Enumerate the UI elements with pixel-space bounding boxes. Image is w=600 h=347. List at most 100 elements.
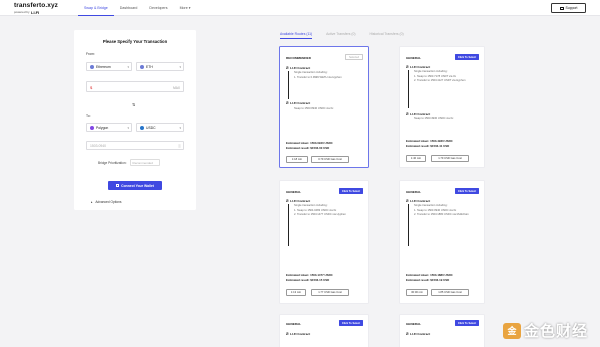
lifi-icon: Ƨ bbox=[406, 111, 409, 116]
eth-token-icon bbox=[140, 64, 144, 69]
connect-wallet-button[interactable]: Connect Your Wallet bbox=[108, 181, 162, 190]
route-step: Ƨ LI.FI Contract bbox=[406, 111, 430, 116]
estimates: Estimated token: 1503.1477 USDC Estimate… bbox=[286, 273, 333, 282]
step-label: LI.FI Contract bbox=[290, 198, 311, 203]
from-token-select[interactable]: ETH ▾ bbox=[136, 62, 184, 71]
lifi-icon: Ƨ bbox=[406, 64, 409, 69]
duration-pill: 30:00 min bbox=[406, 289, 428, 296]
to-chain-select[interactable]: Polygon ▾ bbox=[86, 123, 132, 132]
top-header: transferto.xyz powered by LI.FI Swap & B… bbox=[0, 0, 600, 16]
advanced-options-toggle[interactable]: ▸ Advanced Options bbox=[91, 200, 121, 204]
step-details: Swap to 1503.4930 USDC via 0x bbox=[414, 117, 486, 122]
from-label: From: bbox=[86, 52, 95, 56]
polygon-icon bbox=[90, 125, 94, 130]
route-card[interactable]: GENERAL Click To Select Ƨ LI.FI Contract bbox=[399, 314, 485, 347]
info-icon: ⓘ bbox=[177, 144, 181, 148]
step-detail: 2. Transfer to 1503.1880 USDC via Multic… bbox=[414, 213, 469, 217]
step-connector bbox=[408, 204, 409, 246]
nav-developers[interactable]: Developers bbox=[143, 0, 173, 16]
step-label: LI.FI Contract bbox=[290, 65, 311, 70]
route-tag: GENERAL bbox=[406, 322, 422, 326]
form-title: Please Specify Your Transaction bbox=[102, 39, 168, 44]
lifi-logo: LI.FI bbox=[31, 9, 40, 15]
support-label: Support bbox=[565, 6, 578, 10]
select-route-button[interactable]: Click To Select bbox=[455, 320, 479, 326]
lifi-icon: Ƨ bbox=[286, 100, 289, 105]
estimated-result: Estimated result: $1503.00 USD bbox=[286, 145, 330, 150]
bridge-value: Recommended bbox=[132, 160, 153, 165]
select-route-button[interactable]: Click To Select bbox=[455, 54, 479, 60]
tab-available-routes[interactable]: Available Routes (11) bbox=[280, 32, 313, 39]
estimated-token: Estimated token: 1503.1880 USDC bbox=[406, 273, 453, 277]
swap-direction-icon[interactable]: ⇅ bbox=[132, 102, 135, 107]
lifi-icon: Ƨ bbox=[286, 198, 289, 203]
duration-pill: 1:13 min bbox=[286, 289, 306, 296]
select-route-button[interactable]: Click To Select bbox=[339, 188, 363, 194]
step-detail: 2. Transfer to 1503.1477 USDC via Hyphen bbox=[294, 213, 346, 217]
step-connector bbox=[288, 204, 289, 246]
nav-swap-bridge[interactable]: Swap & Bridge bbox=[78, 0, 114, 16]
step-detail: Swap to 1503.0940 USDC via 0x bbox=[294, 107, 334, 110]
powered-by: powered by LI.FI bbox=[14, 10, 39, 15]
route-card[interactable]: GENERAL Click To Select Ƨ LI.FI Contract bbox=[279, 314, 369, 347]
gas-cost-pill: 1.79 USD Gas Cost bbox=[431, 155, 469, 162]
step-details: Single transaction including: 1. Swap to… bbox=[294, 204, 366, 218]
select-route-button[interactable]: Click To Select bbox=[339, 320, 363, 326]
route-step: Ƨ LI.FI Contract bbox=[406, 331, 430, 336]
route-card[interactable]: GENERAL Click To Select Ƨ LI.FI Contract … bbox=[399, 180, 485, 304]
step-label: LI.FI Contract bbox=[410, 331, 431, 336]
chevron-down-icon: ▾ bbox=[179, 65, 181, 69]
mail-icon bbox=[559, 6, 564, 10]
route-step: Ƨ LI.FI Contract bbox=[286, 100, 310, 105]
step-label: LI.FI Contract bbox=[290, 100, 311, 105]
step-label: LI.FI Contract bbox=[410, 198, 431, 203]
route-step: Ƨ LI.FI Contract bbox=[406, 198, 430, 203]
bridge-select[interactable]: Recommended bbox=[129, 159, 160, 166]
route-tag: RECOMMENDED bbox=[286, 56, 311, 60]
estimates: Estimated token: 1503.1880 USDC Estimate… bbox=[406, 273, 453, 282]
wallet-icon bbox=[116, 184, 120, 187]
from-token-value: ETH bbox=[146, 64, 153, 69]
lifi-icon: Ƨ bbox=[406, 331, 409, 336]
from-chain-select[interactable]: Ethereum ▾ bbox=[86, 62, 132, 71]
lifi-icon: Ƨ bbox=[286, 331, 289, 336]
duration-pill: 1:18 min bbox=[286, 156, 308, 163]
to-label: To: bbox=[86, 114, 91, 118]
to-token-select[interactable]: USDC ▾ bbox=[136, 123, 184, 132]
route-card[interactable]: GENERAL Click To Select Ƨ LI.FI Contract … bbox=[399, 46, 485, 168]
route-step: Ƨ LI.FI Contract bbox=[406, 64, 430, 69]
to-amount-value: 1503.0940 bbox=[90, 143, 107, 148]
chevron-down-icon: ▾ bbox=[127, 65, 129, 69]
gas-cost-pill: 0.79 USD Gas Cost bbox=[311, 156, 349, 163]
route-card[interactable]: RECOMMENDED Selected Ƨ LI.FI Contract Sin… bbox=[279, 46, 369, 168]
nav-dashboard[interactable]: Dashboard bbox=[114, 0, 144, 16]
estimated-result: Estimated result: $1503.19 USD bbox=[406, 277, 450, 282]
step-details: Single transaction including: 1. Swap to… bbox=[414, 70, 486, 84]
route-card[interactable]: GENERAL Click To Select Ƨ LI.FI Contract … bbox=[279, 180, 369, 304]
brand-logo[interactable]: transferto.xyz bbox=[14, 2, 58, 9]
estimates: Estimated token: 1503.0940 USDC Estimate… bbox=[286, 141, 333, 150]
route-step: Ƨ LI.FI Contract bbox=[286, 65, 310, 70]
support-button[interactable]: Support bbox=[551, 3, 586, 13]
amount-marker: $ bbox=[90, 85, 93, 90]
lifi-icon: Ƨ bbox=[406, 198, 409, 203]
tab-active-transfers[interactable]: Active Transfers (0) bbox=[326, 32, 355, 39]
estimated-token: Estimated token: 1503.1477 USDC bbox=[286, 273, 333, 277]
nav-more[interactable]: More ▾ bbox=[174, 0, 197, 16]
powered-by-text: powered by bbox=[14, 10, 30, 14]
tab-historical-transfers[interactable]: Historical Transfers (0) bbox=[370, 32, 404, 39]
step-connector bbox=[288, 71, 289, 99]
step-label: LI.FI Contract bbox=[410, 64, 431, 69]
step-details: Single transaction including: 1. Swap to… bbox=[414, 204, 486, 218]
step-detail: 2. Transfer to 1503.4127 USDT via Hyphen bbox=[414, 79, 466, 83]
step-label: LI.FI Contract bbox=[410, 111, 431, 116]
route-step: Ƨ LI.FI Contract bbox=[286, 198, 310, 203]
ethereum-icon bbox=[90, 64, 94, 69]
usdc-token-icon bbox=[140, 125, 144, 130]
routes-tabs: Available Routes (11) Active Transfers (… bbox=[280, 32, 404, 39]
max-button[interactable]: MAX bbox=[173, 86, 180, 90]
from-amount-input[interactable]: $ MAX bbox=[86, 81, 184, 92]
select-route-button[interactable]: Click To Select bbox=[455, 188, 479, 194]
route-tag: GENERAL bbox=[286, 190, 302, 194]
chevron-down-icon: ▾ bbox=[127, 126, 129, 130]
